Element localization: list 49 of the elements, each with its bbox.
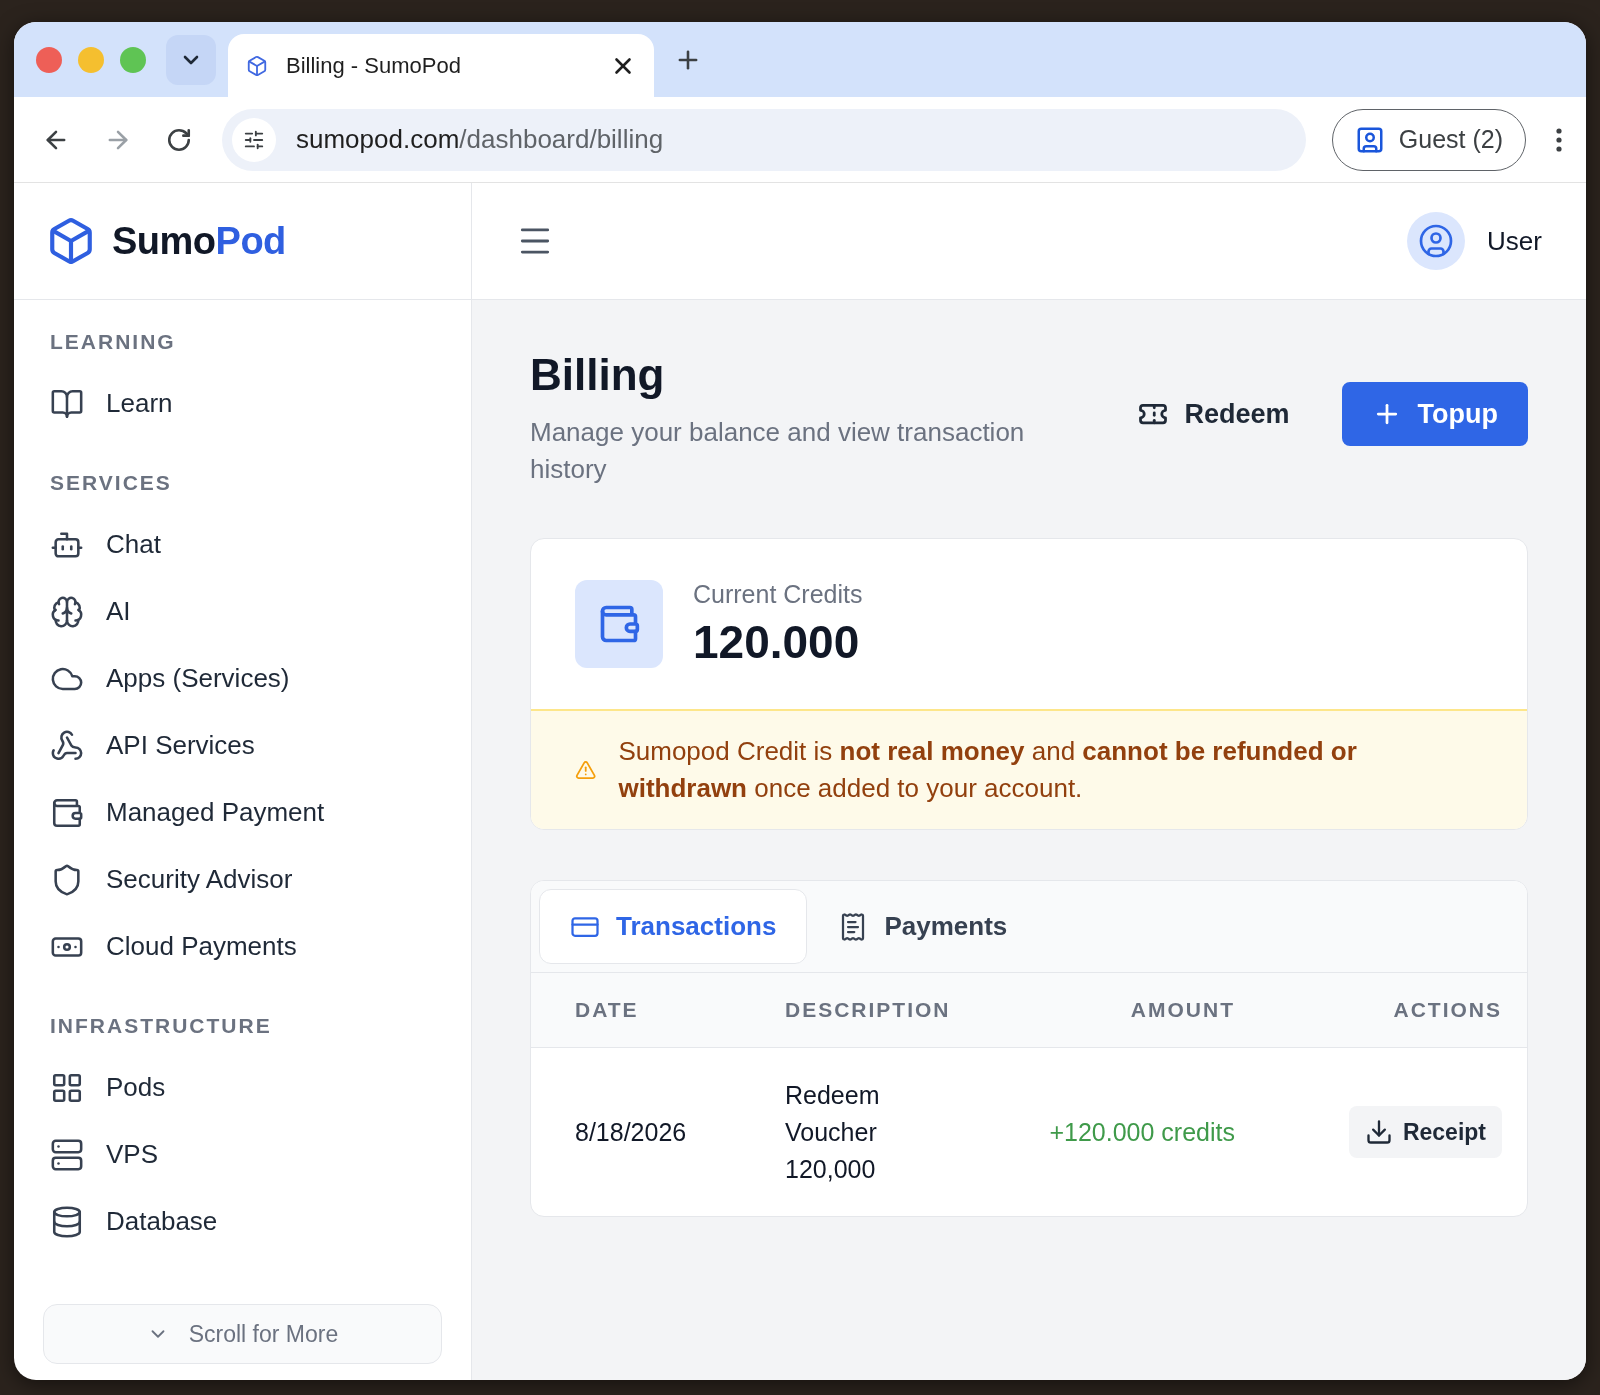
sidebar-item[interactable]: VPS xyxy=(50,1121,435,1188)
sidebar-item[interactable]: Pods xyxy=(50,1054,435,1121)
database-icon xyxy=(50,1204,84,1239)
table-cell-text: +120.000 credits xyxy=(1048,1116,1235,1148)
more-icon xyxy=(1556,127,1562,152)
topup-button[interactable]: Topup xyxy=(1341,382,1528,446)
tab[interactable]: Payments xyxy=(807,889,1039,964)
wallet-icon xyxy=(575,580,663,668)
sidebar-item[interactable]: Learn xyxy=(50,370,435,437)
page-title: Billing xyxy=(530,350,666,400)
sidebar-item[interactable]: Apps (Services) xyxy=(50,645,435,712)
sidebar-item[interactable]: Database xyxy=(50,1188,435,1255)
column-header: DESCRIPTION xyxy=(785,998,952,1022)
profile-button[interactable]: Guest (2) xyxy=(1331,108,1526,171)
section-heading: LEARNING xyxy=(50,330,177,354)
browser-tab[interactable]: Billing - SumoPod xyxy=(228,34,654,97)
table-cell-text: Redeem Voucher 120,000 xyxy=(785,1079,881,1185)
credits-value: 120.000 xyxy=(693,614,861,669)
cube-icon xyxy=(246,54,268,77)
column-header: AMOUNT xyxy=(1129,998,1235,1022)
download-icon xyxy=(1364,1118,1393,1146)
sidebar-item[interactable]: Managed Payment xyxy=(50,779,435,846)
section-heading: INFRASTRUCTURE xyxy=(50,1014,273,1038)
brand-logo: SumoPod xyxy=(112,219,286,263)
column-header: ACTIONS xyxy=(1392,998,1502,1022)
brain-icon xyxy=(50,594,84,629)
sidebar-item[interactable]: Security Advisor xyxy=(50,846,435,913)
table-cell-text: 8/18/2026 xyxy=(575,1116,688,1148)
webhook-icon xyxy=(50,728,84,763)
credits-label: Current Credits xyxy=(693,579,863,609)
user-name: User xyxy=(1487,225,1542,257)
column-header: DATE xyxy=(575,998,640,1022)
redeem-button[interactable]: Redeem xyxy=(1108,382,1320,446)
site-settings-icon[interactable] xyxy=(243,128,265,151)
address-bar[interactable]: sumopod.com/dashboard/billing xyxy=(222,108,1306,171)
warning-text: Sumopod Credit is not real money and cannot be refunded or withdrawn once added to your account. xyxy=(618,735,1358,805)
sidebar-item[interactable]: AI xyxy=(50,578,435,645)
page-subtitle: Manage your balance and view transaction history xyxy=(530,416,1026,486)
reload-icon xyxy=(166,126,192,153)
server-icon xyxy=(50,1137,84,1172)
sidebar-item[interactable]: Cloud Payments xyxy=(50,913,435,980)
receipt-button[interactable]: Receipt xyxy=(1348,1106,1502,1158)
tab[interactable]: Transactions xyxy=(539,889,808,964)
sidebar-item[interactable]: API Services xyxy=(50,712,435,779)
section-heading: SERVICES xyxy=(50,471,173,495)
tab-title: Billing - SumoPod xyxy=(286,52,462,79)
sidebar-item[interactable]: Chat xyxy=(50,511,435,578)
scroll-for-more-button[interactable]: Scroll for More xyxy=(43,1304,442,1364)
close-window-button[interactable] xyxy=(36,46,62,73)
